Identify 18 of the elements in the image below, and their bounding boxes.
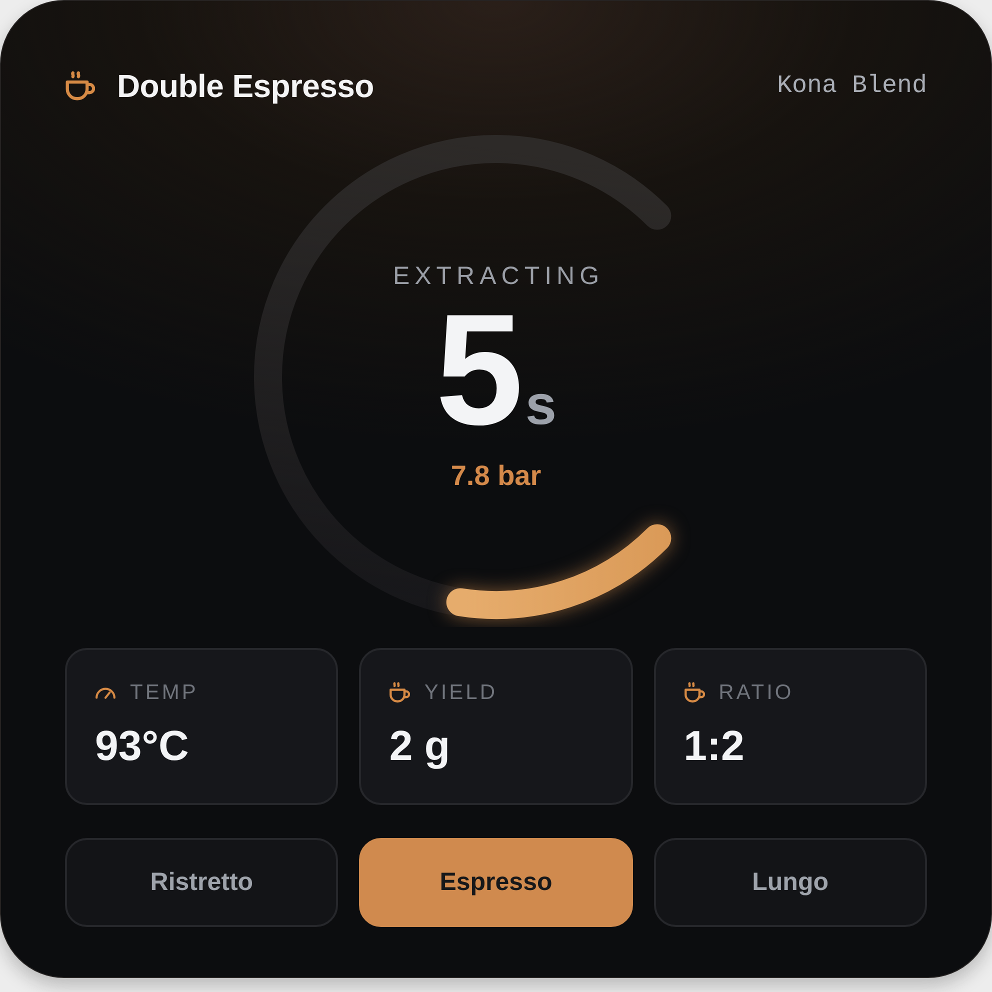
coffee-cup-icon	[684, 682, 705, 703]
timer-value: 5	[435, 303, 522, 438]
stat-label: TEMP	[130, 682, 198, 703]
preset-button[interactable]: Ristretto	[65, 838, 338, 927]
stat-label: YIELD	[424, 682, 498, 703]
stat-value: 93°C	[95, 725, 190, 767]
preset-button[interactable]: Espresso	[359, 838, 633, 927]
coffee-cup-icon	[65, 71, 95, 101]
pressure-reading: 7.8 bar	[450, 462, 542, 490]
stat-label: RATIO	[718, 682, 794, 703]
drink-title: Double Espresso	[117, 67, 374, 106]
timer-unit: s	[525, 377, 557, 434]
status-label: EXTRACTING	[392, 264, 604, 290]
stat-value: 1:2	[684, 725, 746, 767]
blend-name: Kona Blend	[776, 70, 927, 102]
coffee-cup-icon	[389, 682, 410, 703]
stat-value: 2 g	[389, 725, 452, 767]
preset-button[interactable]: Lungo	[654, 838, 927, 927]
